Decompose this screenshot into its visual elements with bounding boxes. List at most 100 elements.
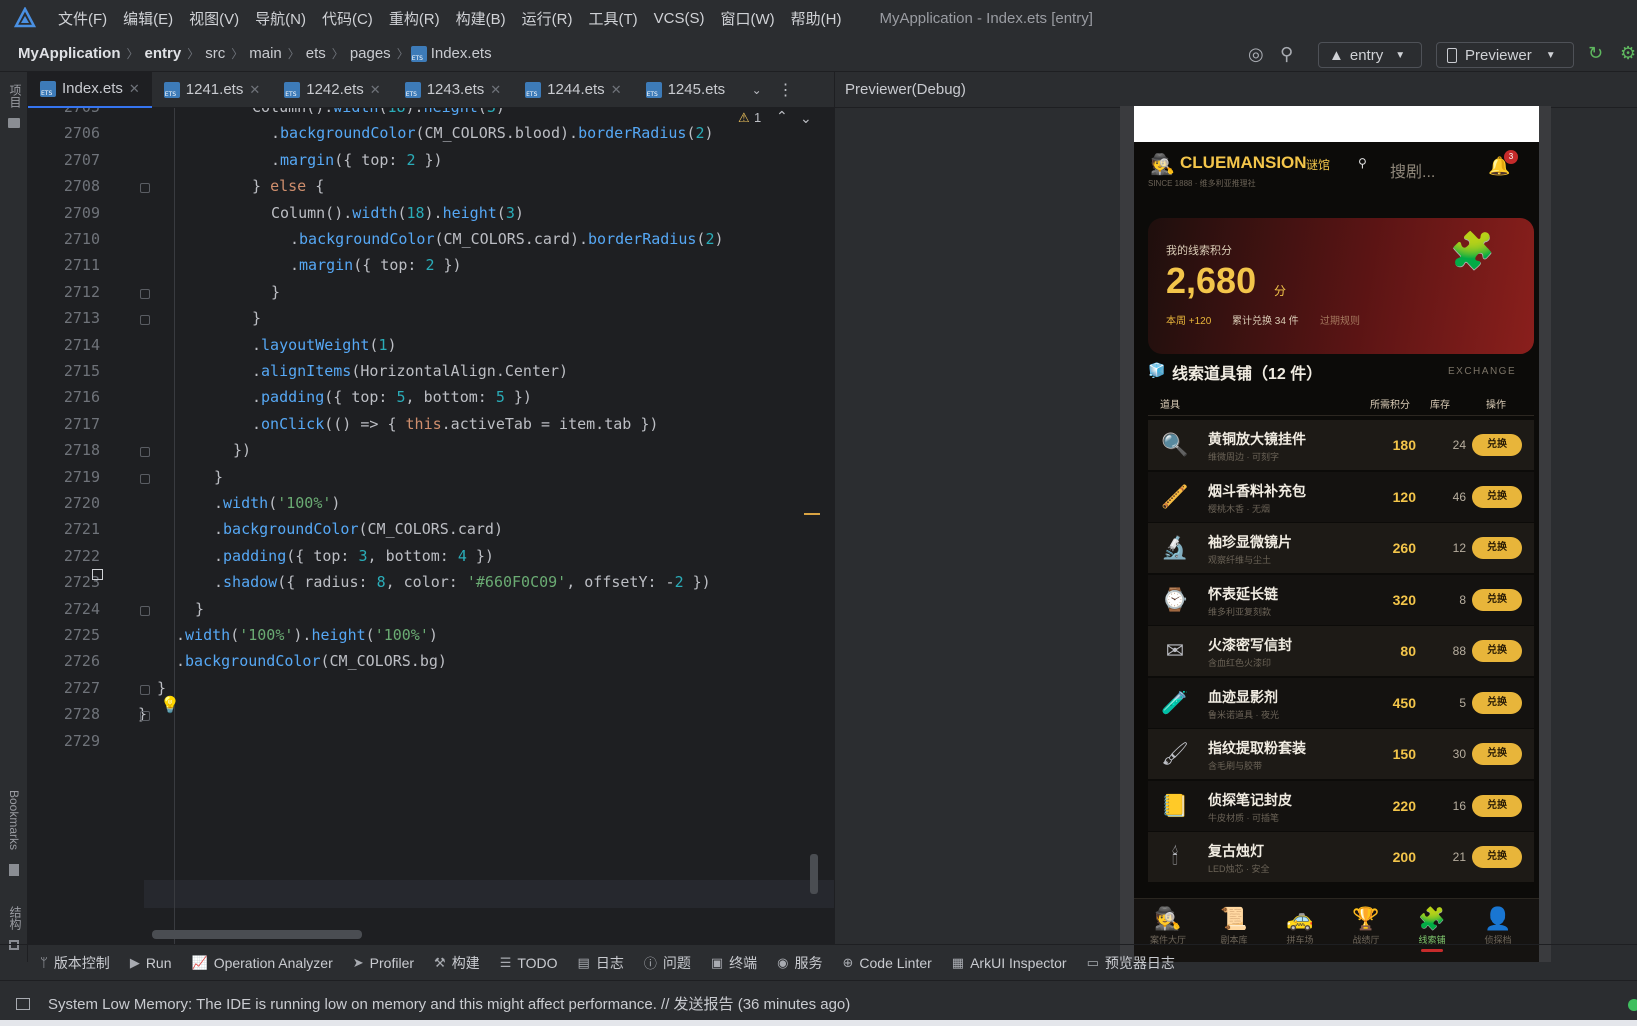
ets-file-icon	[163, 81, 180, 98]
fold-marker[interactable]	[140, 605, 150, 616]
tool-operation-analyzer[interactable]: 📈 Operation Analyzer	[182, 955, 343, 971]
tool-arkui-inspector[interactable]: ▦ ArkUI Inspector	[942, 955, 1077, 971]
fold-marker[interactable]	[140, 183, 150, 194]
target-icon[interactable]: ◎	[1248, 44, 1264, 65]
tool-services[interactable]: ◉ 服务	[767, 953, 832, 973]
app-tab[interactable]: 👤 侦探档	[1468, 905, 1528, 946]
exchange-button[interactable]: 兑换	[1472, 485, 1522, 508]
project-tool-button[interactable]: 项目	[7, 84, 24, 108]
tab-1241-ets[interactable]: 1241.ets ✕	[152, 72, 272, 108]
inspector-icon: ▦	[951, 954, 965, 970]
app-tab[interactable]: 🚕 拼车场	[1270, 905, 1330, 946]
menu-code[interactable]: 代码(C)	[314, 8, 381, 29]
tool-previewer-log[interactable]: ▭ 预览器日志	[1077, 953, 1185, 973]
menu-build[interactable]: 构建(B)	[448, 8, 514, 29]
breadcrumb-project[interactable]: MyApplication	[14, 45, 125, 62]
warning-icon[interactable]: ⚠	[738, 110, 750, 126]
item-stock: 5	[1459, 695, 1466, 710]
device-preview[interactable]: 🕵 CLUEMANSION 谜馆 SINCE 1888 · 维多利亚推理社 ⚲ …	[1120, 106, 1551, 962]
tool-code-linter[interactable]: ⊕ Code Linter	[833, 955, 942, 971]
fold-marker[interactable]	[140, 447, 150, 458]
window-icon[interactable]	[16, 997, 30, 1010]
structure-tool-button[interactable]: 结构	[7, 906, 24, 930]
fold-marker[interactable]	[140, 315, 150, 326]
close-icon[interactable]: ✕	[370, 82, 381, 98]
menu-tools[interactable]: 工具(T)	[580, 8, 645, 29]
tab-1244-ets[interactable]: 1244.ets ✕	[513, 72, 633, 108]
tab-index-ets[interactable]: Index.ets ✕	[28, 71, 152, 108]
points-card: 我的线索积分 2,680 分 本周 +120 累计兑换 34 件 过期规则 🧩	[1148, 218, 1534, 354]
breadcrumb-file[interactable]: Index.ets	[427, 45, 496, 62]
tool-run[interactable]: ▶ Run	[120, 955, 182, 971]
close-icon[interactable]: ✕	[249, 82, 260, 98]
menu-help[interactable]: 帮助(H)	[783, 8, 850, 29]
previous-highlight-icon[interactable]: ⌃	[776, 108, 788, 125]
breadcrumb-pages[interactable]: pages	[346, 45, 395, 62]
tab-1243-ets[interactable]: 1243.ets ✕	[393, 72, 513, 108]
next-highlight-icon[interactable]: ⌄	[800, 110, 812, 127]
exchange-button[interactable]: 兑换	[1472, 537, 1522, 559]
chevron-down-icon[interactable]: ⌄	[752, 83, 762, 97]
breadcrumb-module[interactable]: entry	[141, 45, 186, 62]
previewer-select[interactable]: Previewer ▼	[1436, 42, 1574, 68]
tool-terminal[interactable]: ▣ 终端	[701, 953, 767, 973]
lightbulb-icon[interactable]: 💡	[160, 695, 180, 715]
menu-edit[interactable]: 编辑(E)	[115, 8, 181, 29]
item-name: 火漆密写信封	[1208, 637, 1292, 653]
menu-view[interactable]: 视图(V)	[181, 8, 247, 29]
exchange-button[interactable]: 兑换	[1472, 846, 1522, 868]
sync-icon[interactable]: ⚙	[1620, 43, 1636, 64]
tool-todo[interactable]: ☰ TODO	[490, 955, 568, 971]
vertical-scrollbar[interactable]	[810, 854, 818, 894]
breakpoint-marker[interactable]	[92, 569, 103, 580]
more-vertical-icon[interactable]: ⋮	[778, 80, 794, 100]
close-icon[interactable]: ✕	[611, 82, 622, 98]
module-select[interactable]: ▲ entry ▼	[1318, 42, 1422, 68]
fold-marker[interactable]	[140, 684, 150, 695]
horizontal-scrollbar[interactable]	[152, 930, 362, 939]
tool-version-control[interactable]: ᛘ 版本控制	[30, 953, 120, 973]
detective-logo-icon: 🕵	[1150, 154, 1175, 176]
menu-refactor[interactable]: 重构(R)	[381, 8, 448, 29]
tool-log[interactable]: ▤ 日志	[568, 953, 634, 973]
code-editor[interactable]: 2705 Column().width(18).height(3) 2706 .bac…	[28, 108, 834, 944]
breadcrumb-separator: 〉	[396, 47, 409, 61]
app-tab[interactable]: 🕵 案件大厅	[1138, 905, 1198, 946]
exchange-button[interactable]: 兑换	[1472, 588, 1522, 611]
search-icon[interactable]: ⚲	[1358, 156, 1367, 170]
app-tab[interactable]: 📜 剧本库	[1204, 905, 1264, 946]
tool-profiler[interactable]: ➤ Profiler	[343, 955, 424, 971]
exchange-button[interactable]: 兑换	[1472, 640, 1522, 662]
breadcrumb-src[interactable]: src	[201, 45, 229, 62]
exchange-button[interactable]: 兑换	[1472, 691, 1522, 714]
tool-problems[interactable]: ⓘ 问题	[634, 953, 701, 973]
exchange-button[interactable]: 兑换	[1472, 434, 1522, 456]
close-icon[interactable]: ✕	[129, 81, 140, 97]
tab-1242-ets[interactable]: 1242.ets ✕	[272, 72, 392, 108]
warning-marker[interactable]	[804, 513, 820, 515]
menu-window[interactable]: 窗口(W)	[712, 8, 782, 29]
menu-vcs[interactable]: VCS(S)	[646, 10, 713, 27]
ets-file-icon	[525, 81, 542, 98]
tab-1245-ets[interactable]: 1245.ets	[634, 72, 744, 108]
status-message[interactable]: System Low Memory: The IDE is running lo…	[48, 993, 850, 1014]
expire-rule-link[interactable]: 过期规则	[1320, 312, 1360, 327]
tool-build[interactable]: ⚒ 构建	[424, 953, 490, 973]
exchange-button[interactable]: 兑换	[1472, 794, 1522, 817]
exchange-button[interactable]: 兑换	[1472, 743, 1522, 765]
close-icon[interactable]: ✕	[490, 82, 501, 98]
refresh-icon[interactable]: ↻	[1588, 43, 1603, 64]
menu-file[interactable]: 文件(F)	[50, 8, 115, 29]
menu-navigate[interactable]: 导航(N)	[247, 8, 314, 29]
device-manager-icon[interactable]: ⚲	[1280, 44, 1293, 65]
menu-run[interactable]: 运行(R)	[514, 8, 581, 29]
tool-label: 终端	[729, 954, 758, 971]
fold-marker[interactable]	[140, 473, 150, 484]
search-input[interactable]: 搜剧...	[1390, 158, 1435, 182]
fold-marker[interactable]	[140, 711, 150, 722]
app-tab[interactable]: 🏆 战绩厅	[1336, 905, 1396, 946]
fold-marker[interactable]	[140, 288, 150, 299]
breadcrumb-ets[interactable]: ets	[302, 45, 330, 62]
breadcrumb-main[interactable]: main	[245, 45, 286, 62]
bookmarks-tool-button[interactable]: Bookmarks	[7, 790, 21, 850]
